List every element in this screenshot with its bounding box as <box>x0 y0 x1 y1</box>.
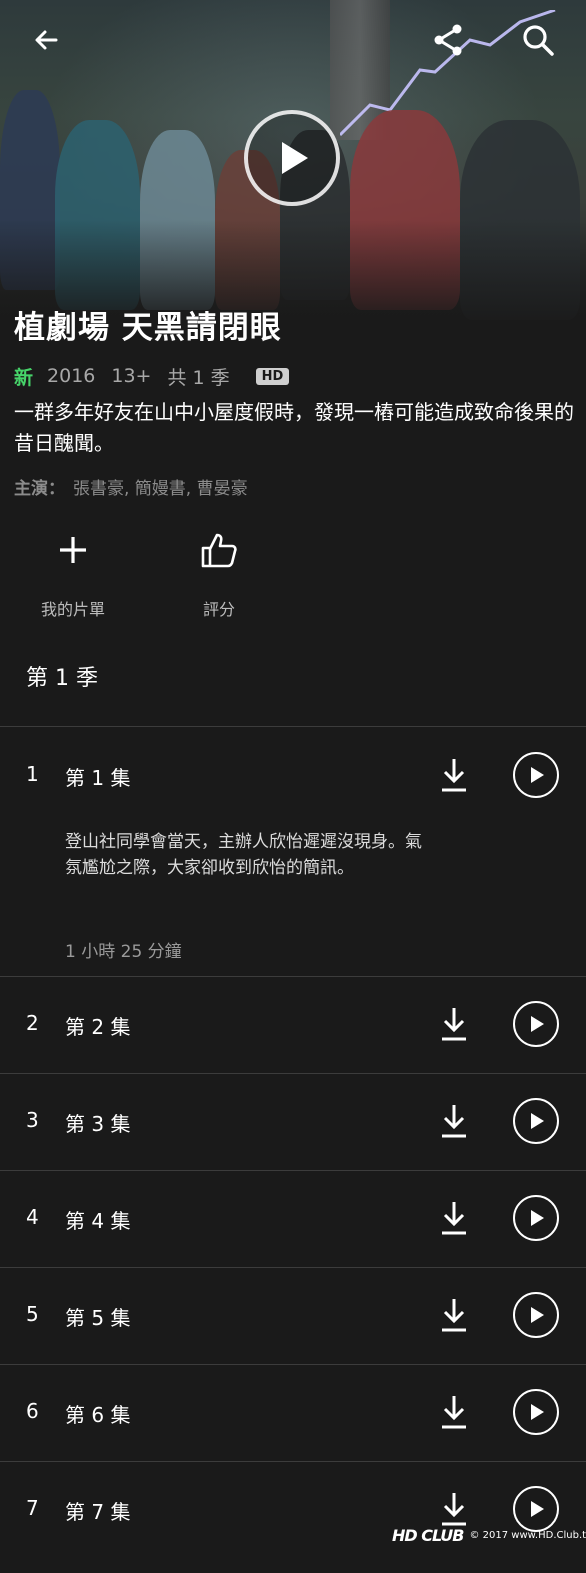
episode-row[interactable]: 4 第 4 集 <box>0 1170 586 1267</box>
episode-play-button[interactable] <box>513 752 559 798</box>
episode-title: 第 5 集 <box>65 1306 131 1330</box>
show-description: 一群多年好友在山中小屋度假時，發現一樁可能造成致命後果的昔日醜聞。 <box>14 400 574 455</box>
rate-label: 評分 <box>202 600 235 619</box>
play-icon <box>282 142 308 174</box>
cast-names: 張書豪, 簡嫚書, 曹晏豪 <box>73 479 248 499</box>
episode-play-button[interactable] <box>513 1389 559 1435</box>
share-icon <box>434 24 462 56</box>
my-list-button[interactable]: 我的片單 <box>18 524 128 620</box>
episode-number: 1 <box>26 762 39 786</box>
search-icon <box>523 25 554 56</box>
episode-row[interactable]: 5 第 5 集 <box>0 1267 586 1364</box>
episode-number: 5 <box>26 1302 39 1326</box>
download-icon <box>442 1008 466 1041</box>
episode-play-button[interactable] <box>513 1195 559 1241</box>
play-trailer-button[interactable] <box>244 110 340 206</box>
watermark: HD CLUB © 2017 www.HD.Club.tw <box>392 1526 586 1545</box>
play-icon <box>531 1210 544 1226</box>
download-icon <box>442 1493 466 1526</box>
episode-duration: 1 小時 25 分鐘 <box>65 942 182 962</box>
episode-title: 第 3 集 <box>65 1112 131 1136</box>
download-button[interactable] <box>432 1099 476 1143</box>
new-badge: 新 <box>14 366 34 389</box>
back-button[interactable] <box>24 18 68 62</box>
show-title: 植劇場 天黑請閉眼 <box>14 310 282 346</box>
season-count: 共 1 季 <box>167 366 230 389</box>
download-button[interactable] <box>432 1196 476 1240</box>
play-icon <box>531 1501 544 1517</box>
episode-number: 3 <box>26 1108 39 1132</box>
download-icon <box>442 759 466 792</box>
cast-line: 主演： 張書豪, 簡嫚書, 曹晏豪 <box>14 474 248 499</box>
release-year: 2016 <box>47 365 96 387</box>
search-button[interactable] <box>516 18 560 62</box>
episode-title: 第 6 集 <box>65 1403 131 1427</box>
download-button[interactable] <box>432 1293 476 1337</box>
episode-play-button[interactable] <box>513 1001 559 1047</box>
play-icon <box>531 1404 544 1420</box>
thumbs-up-icon <box>201 533 237 568</box>
maturity-rating: 13+ <box>111 365 152 387</box>
cast-label: 主演： <box>14 479 65 499</box>
episode-number: 2 <box>26 1011 39 1035</box>
download-icon <box>442 1299 466 1332</box>
play-icon <box>531 767 544 783</box>
download-button[interactable] <box>432 1487 476 1531</box>
download-button[interactable] <box>432 1002 476 1046</box>
episode-row[interactable]: 2 第 2 集 <box>0 976 586 1073</box>
download-icon <box>442 1396 466 1429</box>
share-button[interactable] <box>426 18 470 62</box>
episode-play-button[interactable] <box>513 1292 559 1338</box>
rate-button[interactable]: 評分 <box>164 524 274 620</box>
download-icon <box>442 1105 466 1138</box>
plus-icon <box>60 537 86 563</box>
play-icon <box>531 1113 544 1129</box>
episode-row[interactable]: 1 第 1 集 登山社同學會當天，主辦人欣怡遲遲沒現身。氣氛尷尬之際，大家卻收到… <box>0 726 586 976</box>
play-icon <box>531 1307 544 1323</box>
hd-badge: HD <box>255 367 290 385</box>
download-button[interactable] <box>432 753 476 797</box>
episode-row[interactable]: 3 第 3 集 <box>0 1073 586 1170</box>
episode-title: 第 1 集 <box>65 766 131 790</box>
episode-title: 第 2 集 <box>65 1015 131 1039</box>
episode-description: 登山社同學會當天，主辦人欣怡遲遲沒現身。氣氛尷尬之際，大家卻收到欣怡的簡訊。 <box>65 832 422 878</box>
my-list-label: 我的片單 <box>40 600 105 619</box>
episode-play-button[interactable] <box>513 1098 559 1144</box>
episode-number: 6 <box>26 1399 39 1423</box>
episode-title: 第 7 集 <box>65 1500 131 1524</box>
episode-number: 7 <box>26 1496 39 1520</box>
episode-row[interactable]: 6 第 6 集 <box>0 1364 586 1461</box>
play-icon <box>531 1016 544 1032</box>
show-meta: 新 2016 13+ 共 1 季 HD <box>14 362 290 390</box>
back-arrow-icon <box>35 30 58 50</box>
watermark-logo: HD CLUB <box>392 1526 464 1545</box>
season-selector[interactable]: 第 1 季 <box>26 660 98 692</box>
watermark-text: © 2017 www.HD.Club.tw <box>469 1530 586 1541</box>
download-icon <box>442 1202 466 1235</box>
episode-title: 第 4 集 <box>65 1209 131 1233</box>
episode-row[interactable]: 7 第 7 集 <box>0 1461 586 1573</box>
episode-number: 4 <box>26 1205 39 1229</box>
download-button[interactable] <box>432 1390 476 1434</box>
